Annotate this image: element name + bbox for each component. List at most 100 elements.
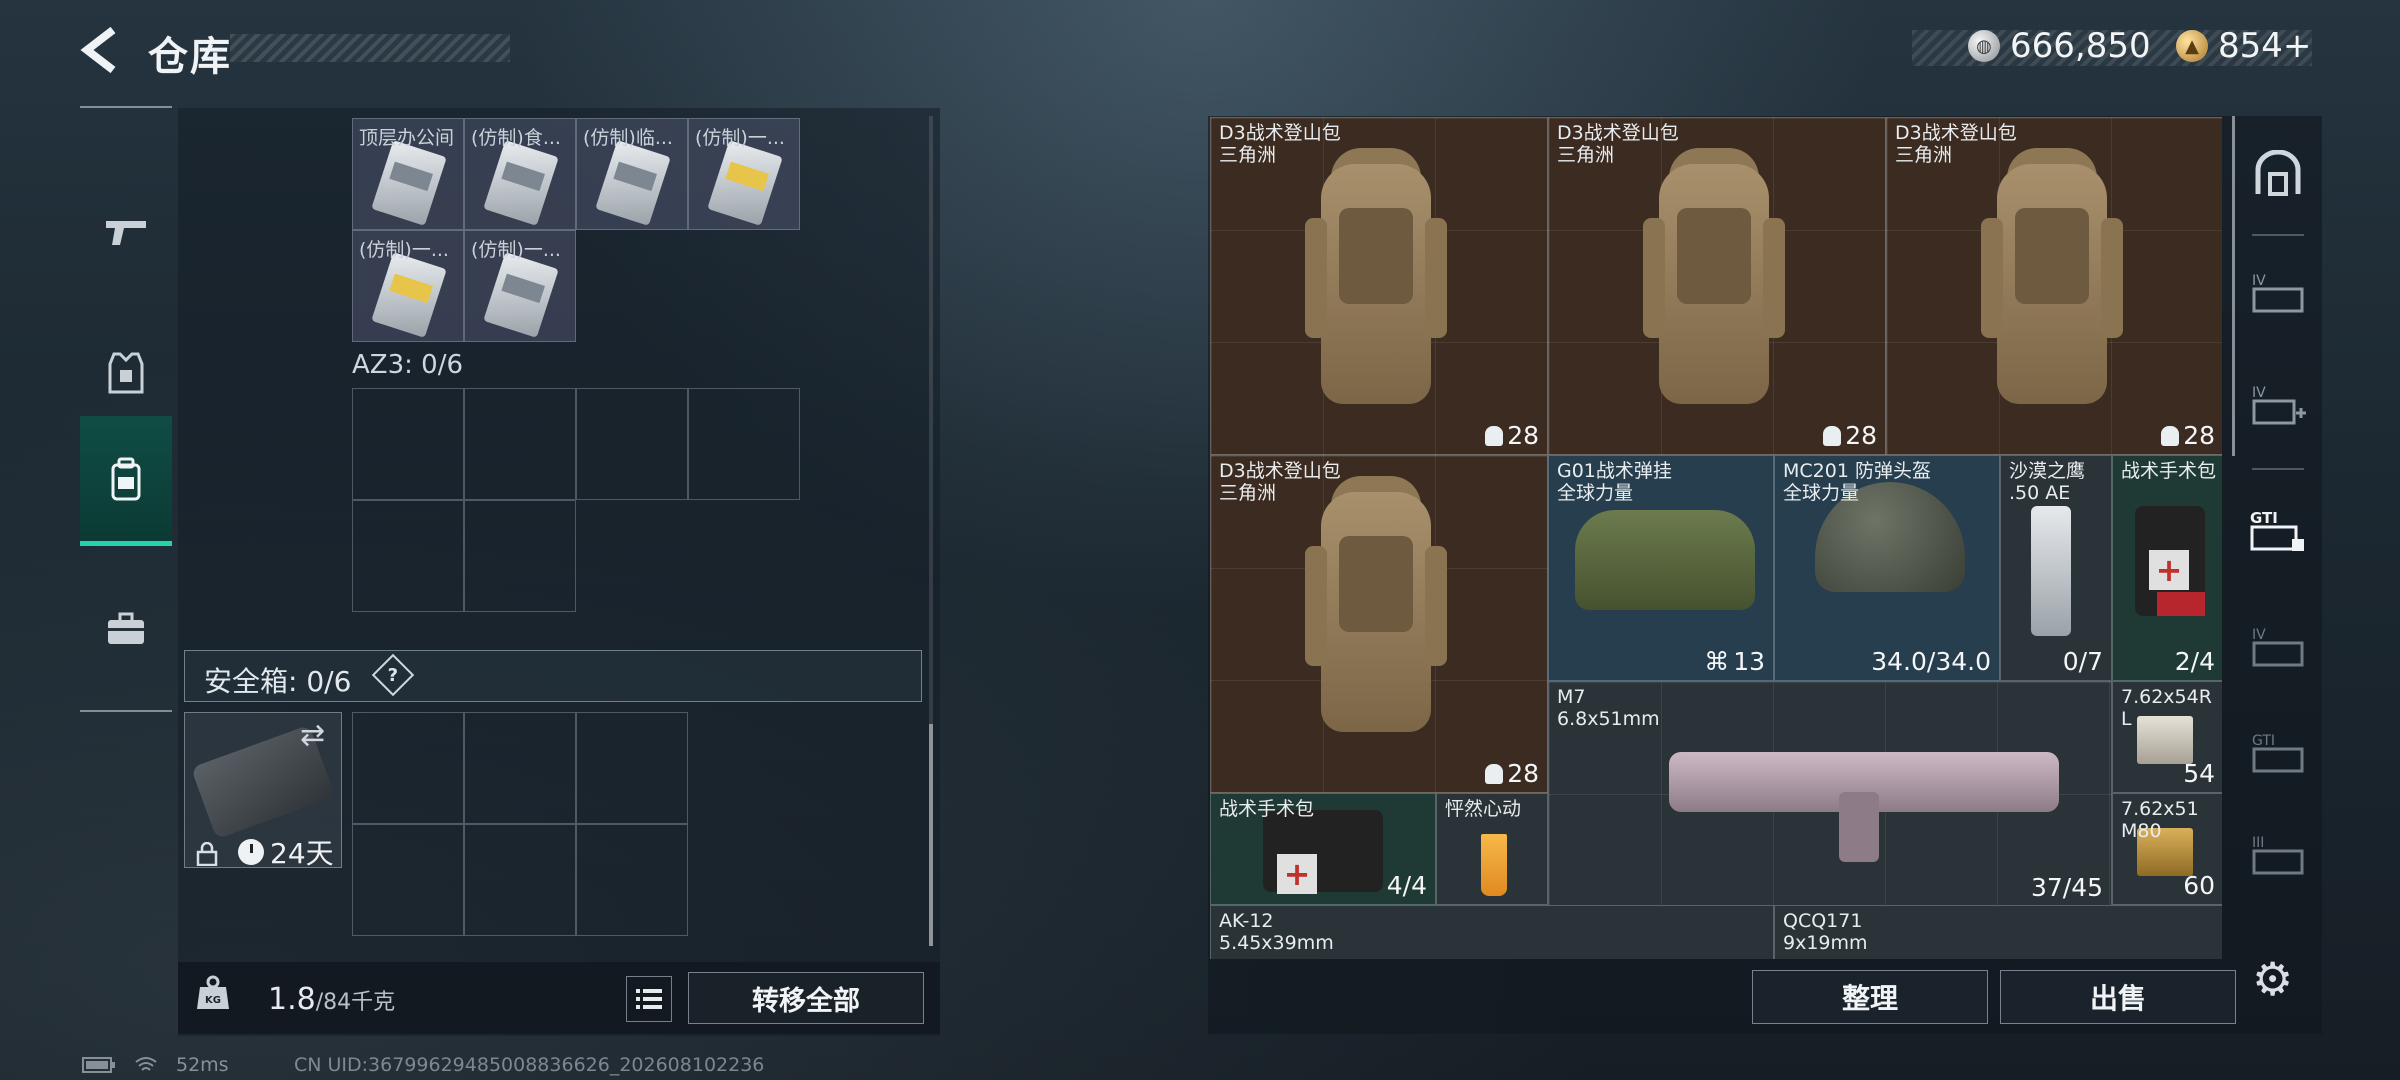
storage-iii-icon: III [2252, 835, 2304, 875]
item-name: 顶层办公间 [359, 127, 455, 149]
left-scroll-thumb[interactable] [929, 724, 933, 946]
clock-icon [238, 839, 264, 865]
silver-coin-icon: ◍ [1968, 30, 2000, 62]
empty-slot[interactable] [688, 388, 800, 500]
item-tile[interactable]: QCQ171 9x19mm [1774, 905, 2222, 959]
item-name: AK-12 5.45x39mm [1219, 910, 1334, 954]
item-tile[interactable]: 7.62x54R L 54 [2112, 681, 2222, 793]
storage-tab-5[interactable]: GTI [2230, 698, 2326, 808]
list-view-button[interactable] [626, 976, 672, 1022]
lock-icon [196, 841, 218, 870]
backpack-image [1639, 148, 1789, 408]
empty-slot[interactable] [464, 500, 576, 612]
pistol-image [2031, 506, 2071, 636]
empty-slot[interactable] [576, 824, 688, 936]
empty-slot[interactable] [576, 388, 688, 500]
keycard-icon [371, 252, 447, 338]
keycard-icon [371, 140, 447, 226]
empty-slot[interactable] [464, 712, 576, 824]
storage-tab-active[interactable]: GTI [2230, 476, 2326, 586]
item-tile[interactable]: 沙漠之鹰 .50 AE 0/7 [2000, 455, 2112, 681]
item-slot[interactable]: (仿制)一... [352, 230, 464, 342]
page-title: 仓库 [148, 34, 232, 80]
item-slot[interactable]: 顶层办公间 [352, 118, 464, 230]
item-tile[interactable]: D3战术登山包 三角洲 28 [1548, 117, 1886, 455]
sell-button[interactable]: 出售 [2000, 970, 2236, 1024]
item-name: 7.62x54R L [2121, 686, 2212, 730]
category-backpacks[interactable] [80, 416, 172, 546]
help-icon-glyph: ? [387, 664, 399, 686]
currency-gold-value: 854+ [2218, 26, 2312, 66]
chevron-left-icon [80, 26, 116, 74]
item-name: 沙漠之鹰 .50 AE [2009, 460, 2086, 504]
storage-gti-icon: GTI [2250, 509, 2304, 551]
item-stat: 28 [2161, 421, 2215, 450]
empty-slot[interactable] [464, 824, 576, 936]
item-name: G01战术弹挂 全球力量 [1557, 460, 1672, 504]
ping-value: 52ms [176, 1054, 229, 1076]
item-tile[interactable]: 7.62x51 M80 60 [2112, 793, 2222, 905]
battery-icon [82, 1057, 115, 1073]
armor-icon [108, 352, 144, 394]
settings-gear-icon[interactable]: ⚙ [2252, 952, 2293, 1006]
item-tile[interactable]: D3战术登山包 三角洲 28 [1210, 455, 1548, 793]
item-slot[interactable]: (仿制)一... [464, 230, 576, 342]
empty-slot[interactable] [352, 388, 464, 500]
title-decoration [230, 34, 510, 62]
transfer-all-button[interactable]: 转移全部 [688, 972, 924, 1024]
empty-slot[interactable] [352, 500, 464, 612]
item-stat: 2/4 [2174, 647, 2215, 676]
item-stat: 28 [1823, 421, 1877, 450]
item-stat: 28 [1485, 421, 1539, 450]
item-tile[interactable]: D3战术登山包 三角洲 28 [1210, 117, 1548, 455]
backpack-image [1301, 476, 1451, 736]
svg-text:IV: IV [2252, 273, 2266, 289]
storage-tab-6[interactable]: III [2230, 800, 2326, 910]
category-cases[interactable] [80, 564, 172, 694]
item-name: 7.62x51 M80 [2121, 798, 2199, 842]
empty-slot[interactable] [352, 824, 464, 936]
case-days-value: 24天 [270, 837, 334, 870]
item-tile[interactable]: MC201 防弹头盔 全球力量 34.0/34.0 [1774, 455, 2000, 681]
vault-icon [2255, 150, 2301, 196]
safe-box-label: 安全箱: 0/6 [204, 665, 352, 698]
currency-gold[interactable]: ▲ 854+ [2176, 26, 2311, 66]
swap-icon[interactable]: ⇄ [300, 718, 325, 753]
case-duration: 24天 [238, 832, 334, 872]
item-slot[interactable]: (仿制)临... [576, 118, 688, 230]
item-tile[interactable]: 战术手术包 4/4 [1210, 793, 1436, 905]
back-button[interactable] [74, 22, 124, 78]
storage-add-icon: IV [2252, 385, 2306, 425]
list-icon [636, 989, 662, 1009]
az3-capacity-label: AZ3: 0/6 [352, 350, 464, 380]
sort-button[interactable]: 整理 [1752, 970, 1988, 1024]
item-tile[interactable]: M7 6.8x51mm 37/45 [1548, 681, 2112, 907]
item-slot[interactable]: (仿制)一... [688, 118, 800, 230]
chest-rig-image [1575, 510, 1755, 610]
empty-slot[interactable] [352, 712, 464, 824]
empty-slot[interactable] [576, 712, 688, 824]
item-stat: 4/4 [1386, 871, 1427, 900]
item-tile[interactable]: 怦然心动 [1436, 793, 1548, 905]
svg-text:GTI: GTI [2252, 733, 2275, 749]
storage-tab-2[interactable]: IV [2230, 238, 2326, 348]
item-stat: 60 [2183, 871, 2215, 900]
weight-capacity: /84千克 [315, 990, 396, 1015]
category-weapons[interactable] [80, 168, 172, 298]
medkit-image [1263, 810, 1383, 894]
item-tile[interactable]: 战术手术包 2/4 [2112, 455, 2222, 681]
item-slot[interactable]: (仿制)食... [464, 118, 576, 230]
item-stat: 34.0/34.0 [1871, 647, 1991, 676]
empty-slot[interactable] [464, 388, 576, 500]
item-name: 怦然心动 [1445, 798, 1522, 820]
item-tile[interactable]: AK-12 5.45x39mm [1210, 905, 1774, 959]
item-tile[interactable]: D3战术登山包 三角洲 28 [1886, 117, 2222, 455]
item-tile[interactable]: G01战术弹挂 全球力量 ⌘ 13 [1548, 455, 1774, 681]
storage-tab-1[interactable] [2230, 118, 2326, 228]
left-category-bar [80, 106, 172, 712]
storage-tab-3[interactable]: IV [2230, 350, 2326, 460]
wifi-icon [135, 1057, 157, 1071]
item-name: (仿制)临... [583, 127, 673, 149]
storage-tab-4[interactable]: IV [2230, 592, 2326, 702]
storage-iv-icon: IV [2252, 273, 2304, 313]
